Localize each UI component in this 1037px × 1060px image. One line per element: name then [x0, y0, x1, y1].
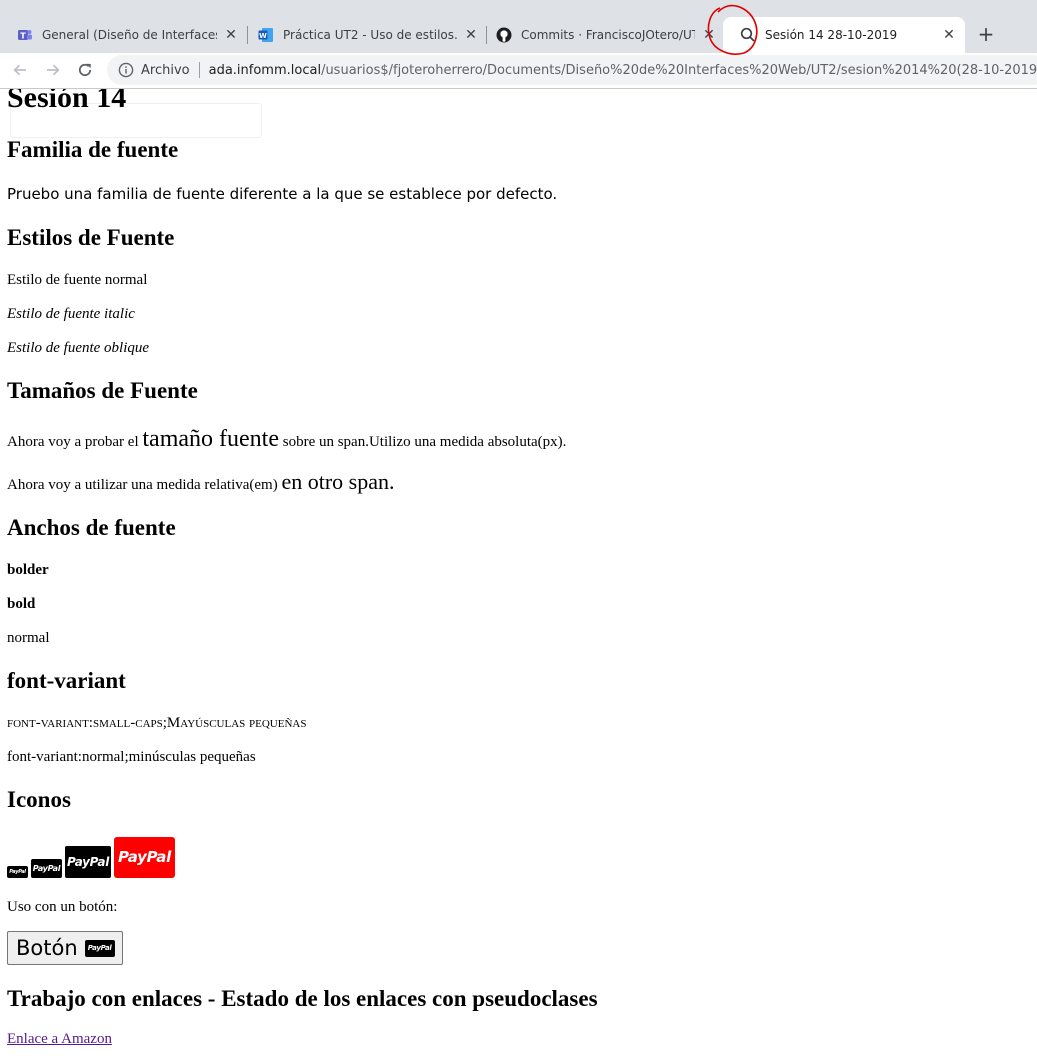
arrow-left-icon [13, 64, 26, 76]
close-icon[interactable]: ✕ [941, 27, 957, 43]
heading-iconos: Iconos [7, 787, 71, 812]
heading-anchos: Anchos de fuente [7, 515, 176, 540]
tamanos-span-px: tamaño fuente [142, 426, 279, 452]
estilo-oblique: Estilo de fuente oblique [7, 340, 150, 356]
back-button[interactable] [8, 58, 32, 82]
amazon-link[interactable]: Enlace a Amazon [7, 1031, 112, 1048]
tab-teams[interactable]: T General (Diseño de Interfaces We ✕ [0, 17, 247, 53]
tamanos-p1-after: sobre un span.Utilizo una medida absolut… [278, 434, 567, 450]
url-scheme-label: Archivo [141, 62, 190, 78]
tab-title: Commits · FranciscoJOtero/UT2- [521, 28, 695, 42]
tab-github[interactable]: Commits · FranciscoJOtero/UT2- ✕ [479, 17, 725, 53]
tamanos-p1: Ahora voy a probar el tamaño fuente sobr… [7, 425, 566, 456]
tab-title: Sesión 14 28-10-2019 [765, 28, 898, 42]
close-icon[interactable]: ✕ [701, 27, 717, 43]
button-label: Botón [16, 936, 78, 960]
heading-variant: font-variant [7, 668, 126, 693]
svg-text:T: T [20, 32, 26, 41]
new-tab-button[interactable]: + [976, 24, 996, 44]
tab-title: General (Diseño de Interfaces We [42, 28, 217, 42]
tamanos-span-em: en otro span. [281, 469, 395, 494]
button-intro: Uso con un botón: [7, 899, 118, 915]
teams-icon: T [16, 27, 33, 44]
browser-toolbar: Archivo ada.infomm.local/usuarios$/fjote… [0, 53, 1037, 89]
heading-tamanos: Tamaños de Fuente [7, 378, 198, 403]
ancho-bold: bold [7, 596, 36, 612]
url-host: ada.infomm.local [208, 62, 322, 78]
paypal-icon-lg-red: PayPal [114, 837, 175, 878]
paypal-button[interactable]: Botón PayPal [7, 931, 123, 965]
variant-normal: font-variant:normal;minúsculas pequeñas [7, 749, 256, 765]
estilo-normal: Estilo de fuente normal [7, 272, 148, 288]
tamanos-p1-before: Ahora voy a probar el [7, 434, 143, 450]
reload-button[interactable] [73, 58, 97, 82]
github-icon [495, 27, 512, 44]
search-icon [739, 27, 756, 44]
tamanos-p2-before: Ahora voy a utilizar una medida relativa… [7, 477, 282, 493]
heading-estilos: Estilos de Fuente [7, 225, 175, 250]
paypal-icon-xs: PayPal [7, 866, 28, 878]
page-title: Sesión 14 [7, 89, 127, 114]
tab-strip: T General (Diseño de Interfaces We ✕ W P… [0, 0, 1037, 53]
info-icon [118, 62, 134, 78]
ancho-normal: normal [7, 630, 50, 646]
tab-title: Práctica UT2 - Uso de estilos.doc [283, 28, 457, 42]
address-bar[interactable]: Archivo ada.infomm.local/usuarios$/fjote… [107, 55, 1037, 85]
close-icon[interactable]: ✕ [463, 27, 479, 43]
paypal-icon-sm: PayPal [31, 859, 62, 878]
tab-word[interactable]: W Práctica UT2 - Uso de estilos.doc ✕ [241, 17, 487, 53]
page-content: Sesión 14 Familia de fuente Pruebo una f… [0, 89, 1037, 1060]
paypal-icon-md: PayPal [65, 846, 111, 878]
variant-smallcaps: font-variant:small-caps;Mayúsculas peque… [7, 715, 307, 731]
paypal-icon: PayPal [84, 939, 115, 957]
address-divider [198, 62, 200, 78]
reload-icon [78, 63, 92, 77]
word-icon: W [257, 27, 274, 44]
paypal-icon-row: PayPal PayPal PayPal PayPal [7, 836, 178, 878]
close-icon[interactable]: ✕ [223, 27, 239, 43]
forward-button[interactable] [41, 58, 65, 82]
heading-enlaces: Trabajo con enlaces - Estado de los enla… [7, 986, 598, 1011]
estilo-italic: Estilo de fuente italic [7, 306, 135, 322]
heading-familia: Familia de fuente [7, 137, 179, 162]
familia-text: Pruebo una familia de fuente diferente a… [7, 185, 558, 203]
url-path: /usuarios$/fjoteroherrero/Documents/Dise… [321, 62, 1037, 78]
tamanos-p2: Ahora voy a utilizar una medida relativa… [7, 468, 395, 499]
tab-sesion-14[interactable]: Sesión 14 28-10-2019 ✕ [723, 17, 965, 53]
arrow-right-icon [47, 64, 60, 76]
svg-text:W: W [259, 32, 267, 40]
ancho-bolder: bolder [7, 562, 49, 578]
